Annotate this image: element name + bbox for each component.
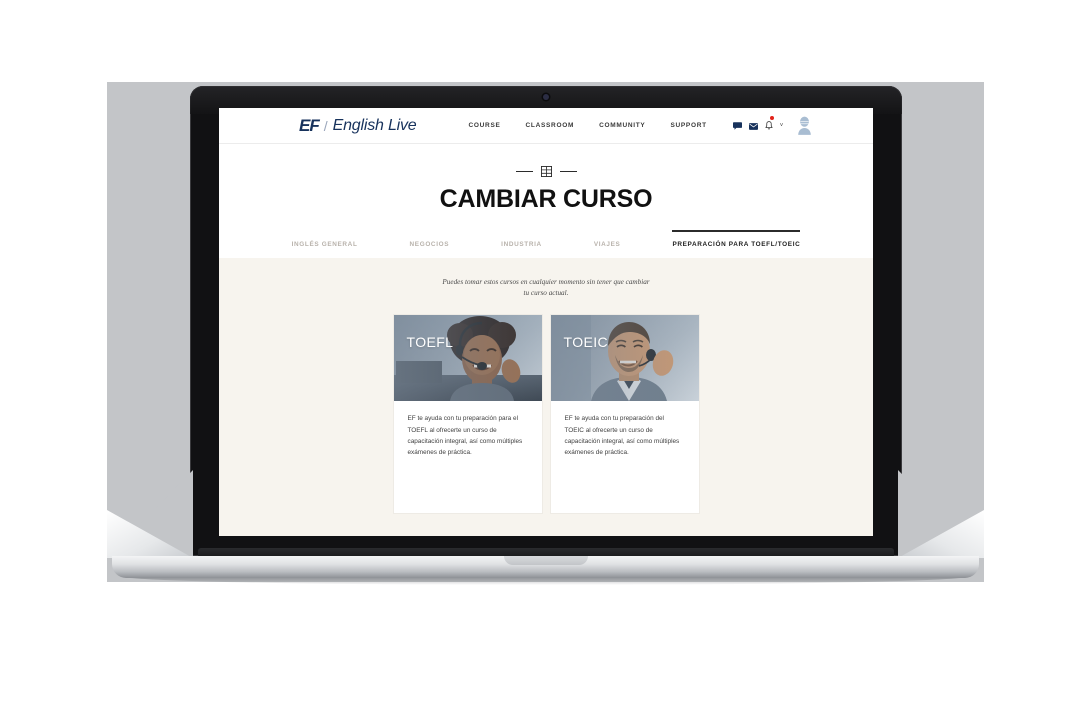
content-area: Puedes tomar estos cursos en cualquier m… — [219, 258, 873, 536]
bell-icon[interactable] — [765, 115, 774, 135]
course-card-description: EF te ayuda con tu preparación para el T… — [407, 415, 523, 456]
course-card-label: TOEIC — [563, 334, 609, 351]
tab-negocios[interactable]: NEGOCIOS — [410, 230, 450, 258]
laptop-mockup-scene: EF / English Live COURSE CLASSROOM COMMU… — [0, 0, 1091, 718]
hero-section: CAMBIAR CURSO — [219, 144, 873, 228]
nav-item-community[interactable]: COMMUNITY — [599, 122, 645, 129]
header-icon-group: ˅ — [732, 115, 814, 135]
envelope-icon[interactable] — [748, 117, 758, 135]
course-card-body: EF te ayuda con tu preparación del TOEIC… — [551, 401, 699, 513]
content-subtitle: Puedes tomar estos cursos en cualquier m… — [442, 278, 650, 298]
laptop-base-wedge-left — [107, 470, 193, 558]
logo-divider: / — [323, 117, 328, 134]
logo-ef-mark: EF — [299, 115, 320, 135]
course-card-body: EF te ayuda con tu preparación para el T… — [394, 401, 542, 513]
laptop-base-notch — [503, 556, 588, 565]
notification-badge — [769, 115, 774, 120]
chat-bubble-icon[interactable] — [732, 117, 742, 135]
tab-ingles-general[interactable]: INGLÉS GENERAL — [292, 230, 358, 258]
course-card-description: EF te ayuda con tu preparación del TOEIC… — [564, 415, 680, 456]
course-card-media: TOEFL — [393, 315, 542, 402]
chevron-down-icon[interactable]: ˅ — [780, 123, 784, 129]
media-tint-overlay — [393, 315, 542, 402]
course-card-toeic[interactable]: TOEIC EF te ayuda con tu preparación del… — [550, 315, 699, 514]
logo-wordmark: English Live — [332, 116, 417, 134]
grid-window-icon — [540, 166, 552, 177]
nav-item-support[interactable]: SUPPORT — [670, 122, 706, 129]
site-header: EF / English Live COURSE CLASSROOM COMMU… — [219, 108, 873, 144]
webcam-icon — [542, 94, 549, 100]
course-category-tabs: INGLÉS GENERAL NEGOCIOS INDUSTRIA VIAJES… — [219, 228, 873, 258]
course-card-toefl[interactable]: TOEFL EF te ayuda con tu preparación par… — [393, 315, 542, 514]
nav-item-classroom[interactable]: CLASSROOM — [526, 122, 575, 129]
page-title: CAMBIAR CURSO — [439, 185, 653, 213]
course-card-list: TOEFL EF te ayuda con tu preparación par… — [219, 315, 873, 514]
ornament-line-right — [559, 171, 577, 172]
laptop-base-wedge-right — [898, 470, 984, 558]
browser-screen: EF / English Live COURSE CLASSROOM COMMU… — [219, 108, 873, 536]
nav-item-course[interactable]: COURSE — [469, 122, 501, 129]
ornament-line-left — [515, 171, 533, 172]
course-card-media: TOEIC — [550, 315, 699, 402]
tab-preparacion-toefl-toeic[interactable]: PREPARACIÓN PARA TOEFL/TOEIC — [672, 230, 801, 258]
avatar[interactable] — [796, 116, 813, 135]
laptop-base — [112, 556, 979, 578]
tab-viajes[interactable]: VIAJES — [594, 230, 621, 258]
media-tint-overlay — [550, 315, 699, 402]
ef-english-live-logo[interactable]: EF / English Live — [299, 116, 417, 136]
course-card-label: TOEFL — [406, 334, 454, 351]
title-ornament — [219, 166, 873, 177]
main-navigation: COURSE CLASSROOM COMMUNITY SUPPORT — [469, 122, 707, 129]
tab-industria[interactable]: INDUSTRIA — [501, 230, 542, 258]
